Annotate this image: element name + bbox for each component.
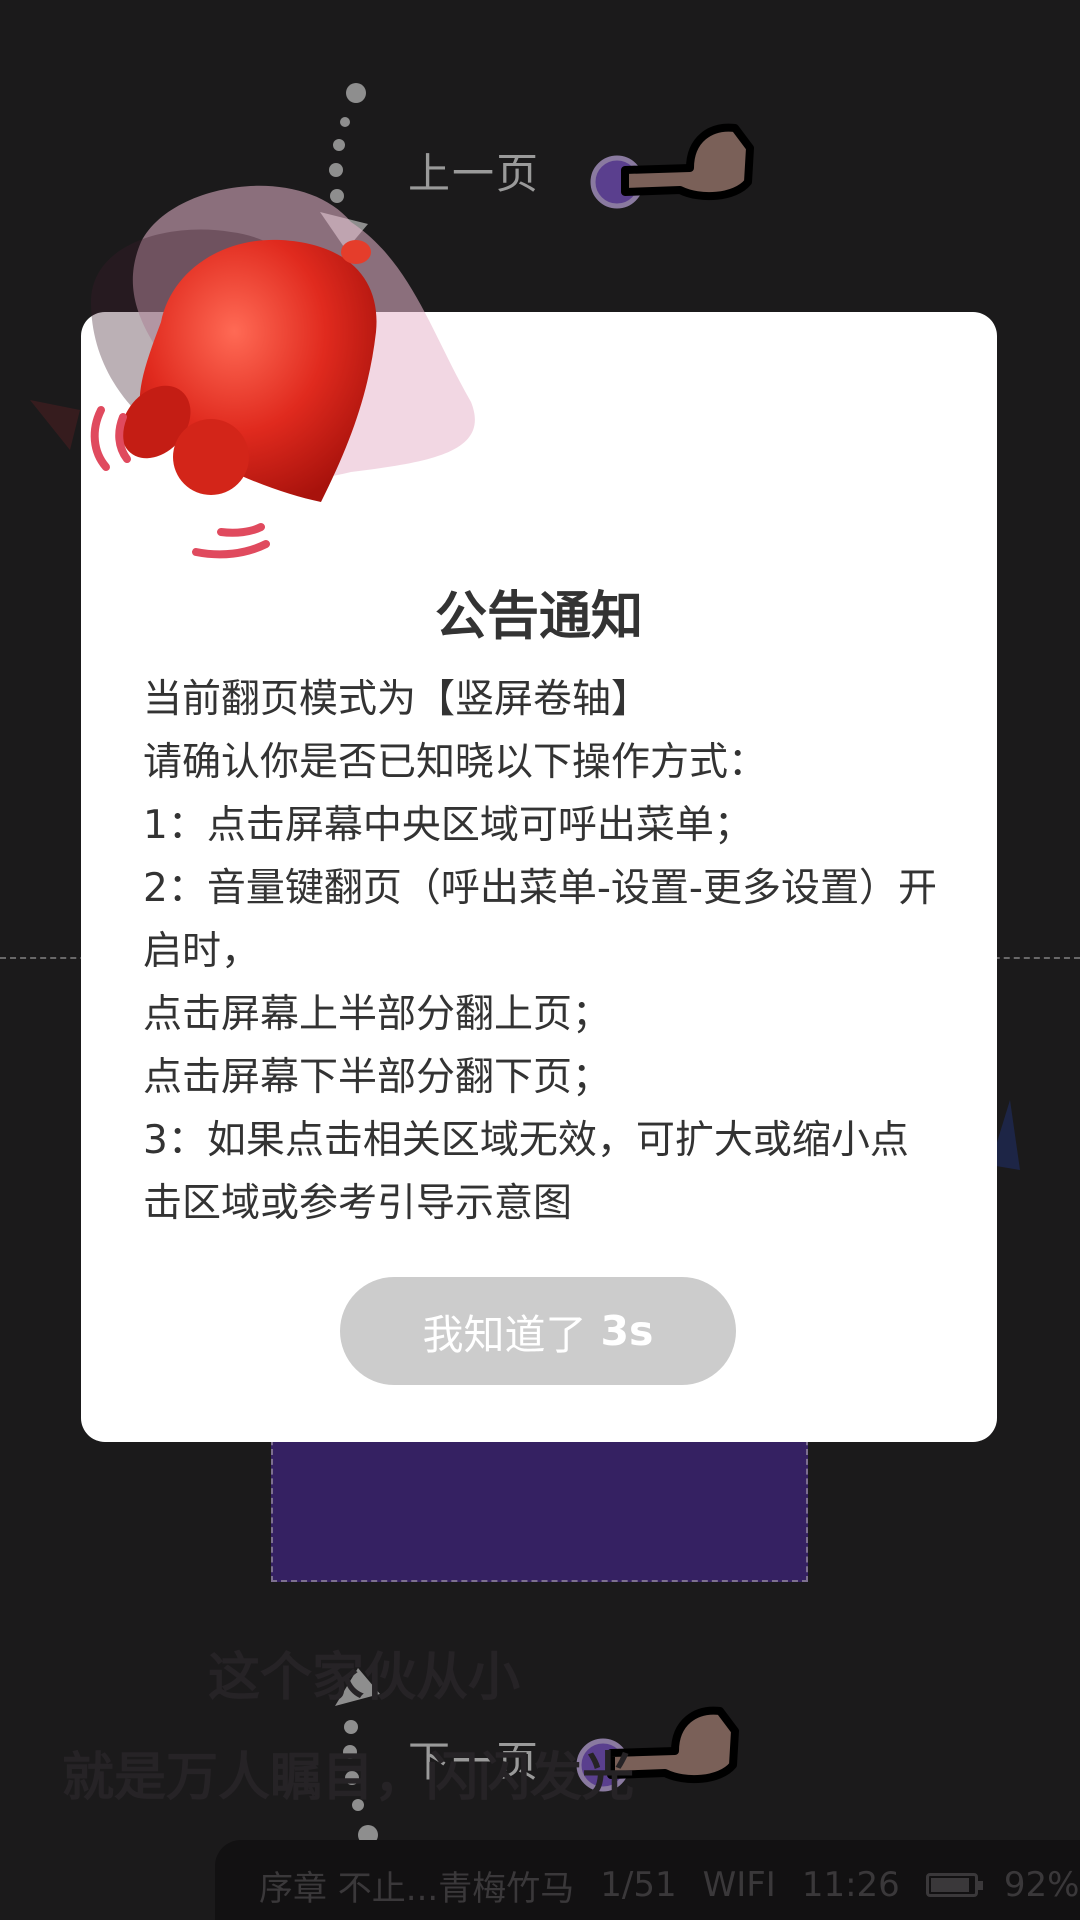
dialog-title: 公告通知 — [434, 587, 643, 647]
got-it-button[interactable]: 我知道了 3s — [340, 1277, 736, 1385]
message-line: 点击屏幕上半部分翻上页； — [143, 992, 612, 1037]
clock: 11:26 — [801, 1865, 900, 1905]
got-it-label: 我知道了 — [422, 1311, 587, 1359]
story-text: 这个家伙从小 — [208, 1648, 521, 1708]
battery-icon — [925, 1873, 983, 1897]
reader-screen: 上一页 下一页 这个家伙从小 就是万人瞩目，闪闪发光 序章 不止...青梅竹马 … — [0, 0, 1080, 1920]
message-line: 点击屏幕下半部分翻下页； — [143, 1055, 612, 1100]
message-line: 2：音量键翻页（呼出菜单-设置-更多设置）开启时， — [143, 866, 937, 974]
battery-percent: 92% — [1003, 1865, 1080, 1905]
reader-status-bar: 序章 不止...青梅竹马 1/51 WIFI 11:26 92% — [215, 1840, 1080, 1920]
network-status: WIFI — [702, 1865, 776, 1905]
pointing-hand-icon — [590, 123, 754, 209]
announcement-dialog: 公告通知 当前翻页模式为【竖屏卷轴】 请确认你是否已知晓以下操作方式： 1：点击… — [81, 185, 997, 1442]
message-line: 3：如果点击相关区域无效，可扩大或缩小点击区域或参考引导示意图 — [143, 1118, 909, 1226]
message-line: 请确认你是否已知晓以下操作方式： — [143, 740, 768, 785]
countdown-timer: 3s — [600, 1307, 654, 1355]
dialog-message: 当前翻页模式为【竖屏卷轴】 请确认你是否已知晓以下操作方式： 1：点击屏幕中央区… — [143, 668, 943, 1235]
message-line: 1：点击屏幕中央区域可呼出菜单； — [143, 803, 753, 848]
bell-icon — [90, 185, 475, 559]
chapter-title: 序章 不止...青梅竹马 — [259, 1868, 575, 1909]
story-text: 就是万人瞩目，闪闪发光 — [62, 1748, 635, 1808]
message-line: 当前翻页模式为【竖屏卷轴】 — [143, 677, 651, 722]
page-indicator: 1/51 — [600, 1865, 677, 1905]
